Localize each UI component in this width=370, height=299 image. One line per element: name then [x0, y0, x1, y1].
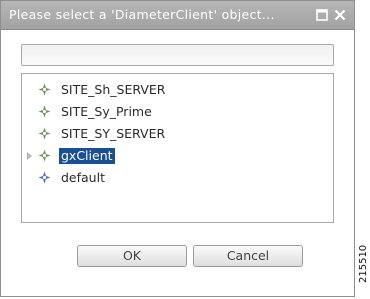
diamond-node-icon — [38, 83, 51, 96]
dialog-title: Please select a 'DiameterClient' object.… — [9, 7, 275, 22]
diamond-node-icon — [38, 127, 51, 140]
diamond-node-icon — [38, 149, 51, 162]
tree-item-label: SITE_Sh_SERVER — [61, 82, 166, 97]
tree-item[interactable]: SITE_Sy_Prime — [22, 101, 333, 123]
diamond-node-icon — [38, 105, 51, 118]
ok-button[interactable]: OK — [77, 245, 187, 267]
tree-item[interactable]: default — [22, 167, 333, 189]
object-tree[interactable]: SITE_Sh_SERVER SITE_Sy_Prime SITE_SY_SER… — [21, 73, 334, 223]
expand-arrow-icon[interactable] — [27, 152, 32, 160]
tree-item-selected[interactable]: gxClient — [22, 145, 333, 167]
filter-input[interactable] — [21, 44, 334, 66]
tree-item-label: gxClient — [59, 148, 115, 164]
dialog-titlebar: Please select a 'DiameterClient' object.… — [1, 1, 354, 30]
diamond-node-icon — [38, 171, 51, 184]
tree-item[interactable]: SITE_Sh_SERVER — [22, 79, 333, 101]
tree-item-label: SITE_SY_SERVER — [61, 126, 166, 141]
tree-item-label: SITE_Sy_Prime — [61, 104, 152, 119]
tree-item-label: default — [61, 170, 105, 185]
tree-item[interactable]: SITE_SY_SERVER — [22, 123, 333, 145]
figure-id: 215510 — [358, 244, 369, 283]
maximize-icon[interactable] — [316, 9, 328, 21]
select-object-dialog: Please select a 'DiameterClient' object.… — [0, 0, 355, 297]
cancel-button[interactable]: Cancel — [193, 245, 303, 267]
close-icon[interactable] — [334, 9, 346, 21]
